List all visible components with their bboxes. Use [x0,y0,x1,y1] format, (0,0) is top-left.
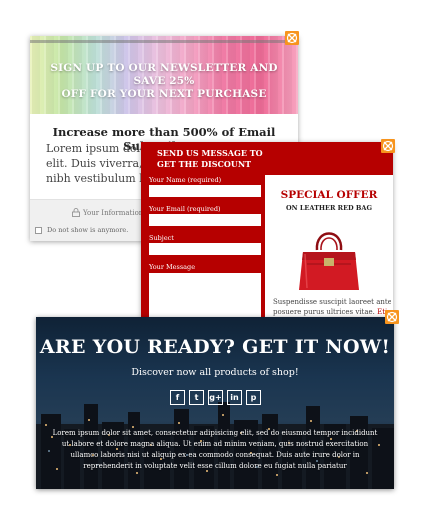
hero-body-text: Lorem ipsum dolor sit amet, consectetur … [52,429,378,470]
offer-title: SPECIAL OFFER [280,189,378,201]
message-label: Your Message [149,263,196,271]
offer-subtitle: ON LEATHER RED BAG [285,204,373,212]
twitter-icon[interactable]: t [189,390,204,405]
newsletter-title: SIGN UP TO OUR NEWSLETTER AND SAVE 25% O… [50,62,278,100]
pinterest-icon[interactable]: p [246,390,261,405]
email-field[interactable] [149,214,261,226]
name-label: Your Name (required) [149,176,222,184]
hero-title: ARE YOU READY? GET IT NOW! [39,336,391,358]
facebook-icon[interactable]: f [170,390,185,405]
form-title: SEND US MESSAGE TO GET THE DISCOUNT [157,148,263,169]
linkedin-icon[interactable]: in [227,390,242,405]
hero-popup: ARE YOU READY? GET IT NOW! Discover now … [36,317,394,489]
hero-close-icon[interactable] [385,310,399,324]
do-not-show-checkbox[interactable]: Do not show is anymore. [35,226,128,234]
offer-close-icon[interactable] [381,139,395,153]
social-links: f t g+ in p [170,390,261,405]
clothes-banner-image: SIGN UP TO OUR NEWSLETTER AND SAVE 25% O… [30,36,298,114]
google-plus-icon[interactable]: g+ [208,390,223,405]
newsletter-close-icon[interactable] [285,31,299,45]
red-bag-image [299,232,359,290]
hero-subtitle: Discover now all products of shop! [131,367,299,378]
message-field[interactable] [149,273,261,317]
checkbox-box[interactable] [35,226,42,234]
subject-field[interactable] [149,243,261,255]
email-label: Your Email (required) [149,205,221,213]
subject-label: Subject [149,234,174,242]
special-offer-popup: SEND US MESSAGE TO GET THE DISCOUNT Your… [141,142,393,317]
offer-description: Suspendisse suscipit laoreet ante, ut po… [273,297,391,317]
name-field[interactable] [149,185,261,197]
lock-icon [72,208,80,217]
